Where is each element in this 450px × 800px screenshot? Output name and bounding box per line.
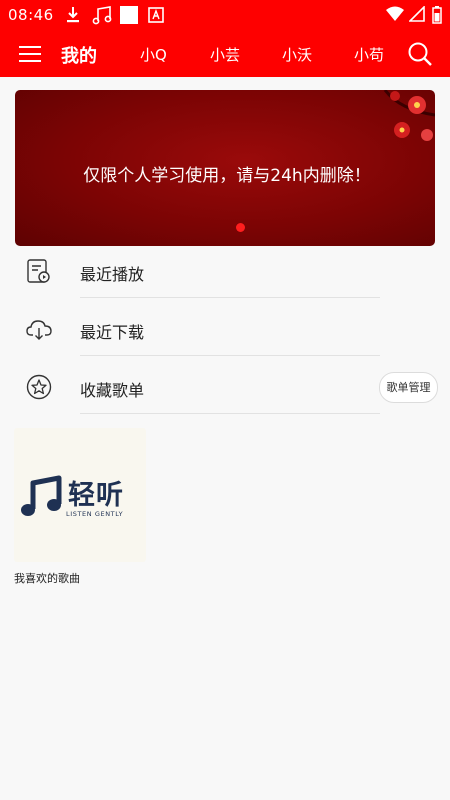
- banner-text: 仅限个人学习使用，请与24h内删除！: [83, 166, 371, 186]
- recent-play-label: 最近播放: [80, 265, 145, 284]
- playlist-name[interactable]: 我喜欢的歌曲: [14, 570, 80, 586]
- divider: [80, 297, 380, 298]
- tab-xiaoq[interactable]: 小Q: [140, 44, 167, 65]
- app-badge-icon: [148, 7, 164, 23]
- playlist-cover[interactable]: 轻听 LISTEN GENTLY: [14, 428, 146, 562]
- status-time: 08:46: [8, 6, 54, 24]
- logo-text-cn: 轻听: [68, 480, 124, 511]
- recent-download-row[interactable]: 最近下载: [0, 301, 450, 359]
- notification-square-icon: [120, 6, 138, 24]
- battery-icon: [432, 6, 442, 24]
- logo-text-en: LISTEN GENTLY: [66, 510, 124, 518]
- music-note-icon: [92, 6, 112, 25]
- banner-carousel[interactable]: 仅限个人学习使用，请与24h内删除！: [15, 90, 435, 246]
- recent-play-icon: [27, 259, 50, 283]
- manage-playlists-button[interactable]: 歌单管理: [379, 372, 438, 403]
- divider: [80, 413, 380, 414]
- divider: [80, 355, 380, 356]
- wifi-icon: [386, 6, 404, 21]
- star-circle-icon: [26, 374, 52, 400]
- tab-mine[interactable]: 我的: [61, 42, 97, 68]
- app-bar: 我的 小Q 小芸 小沃 小苟: [0, 32, 450, 77]
- music-note-icon: [21, 475, 62, 516]
- favorite-playlists-label: 收藏歌单: [80, 381, 145, 400]
- carousel-indicator-dot[interactable]: [236, 223, 245, 232]
- cloud-download-icon: [26, 320, 52, 340]
- recent-play-row[interactable]: 最近播放: [0, 243, 450, 301]
- tab-xiaoyun[interactable]: 小芸: [210, 44, 240, 65]
- tab-xiaogou[interactable]: 小苟: [354, 44, 384, 65]
- tab-xiaowo[interactable]: 小沃: [282, 44, 312, 65]
- download-icon: [67, 7, 79, 23]
- recent-download-label: 最近下载: [80, 323, 145, 342]
- signal-icon: [409, 6, 425, 22]
- listen-gently-logo: 轻听 LISTEN GENTLY: [21, 475, 141, 521]
- menu-icon[interactable]: [19, 43, 41, 65]
- status-bar: 08:46: [0, 0, 450, 32]
- search-icon[interactable]: [407, 41, 433, 67]
- plum-blossom-decoration: [383, 90, 435, 141]
